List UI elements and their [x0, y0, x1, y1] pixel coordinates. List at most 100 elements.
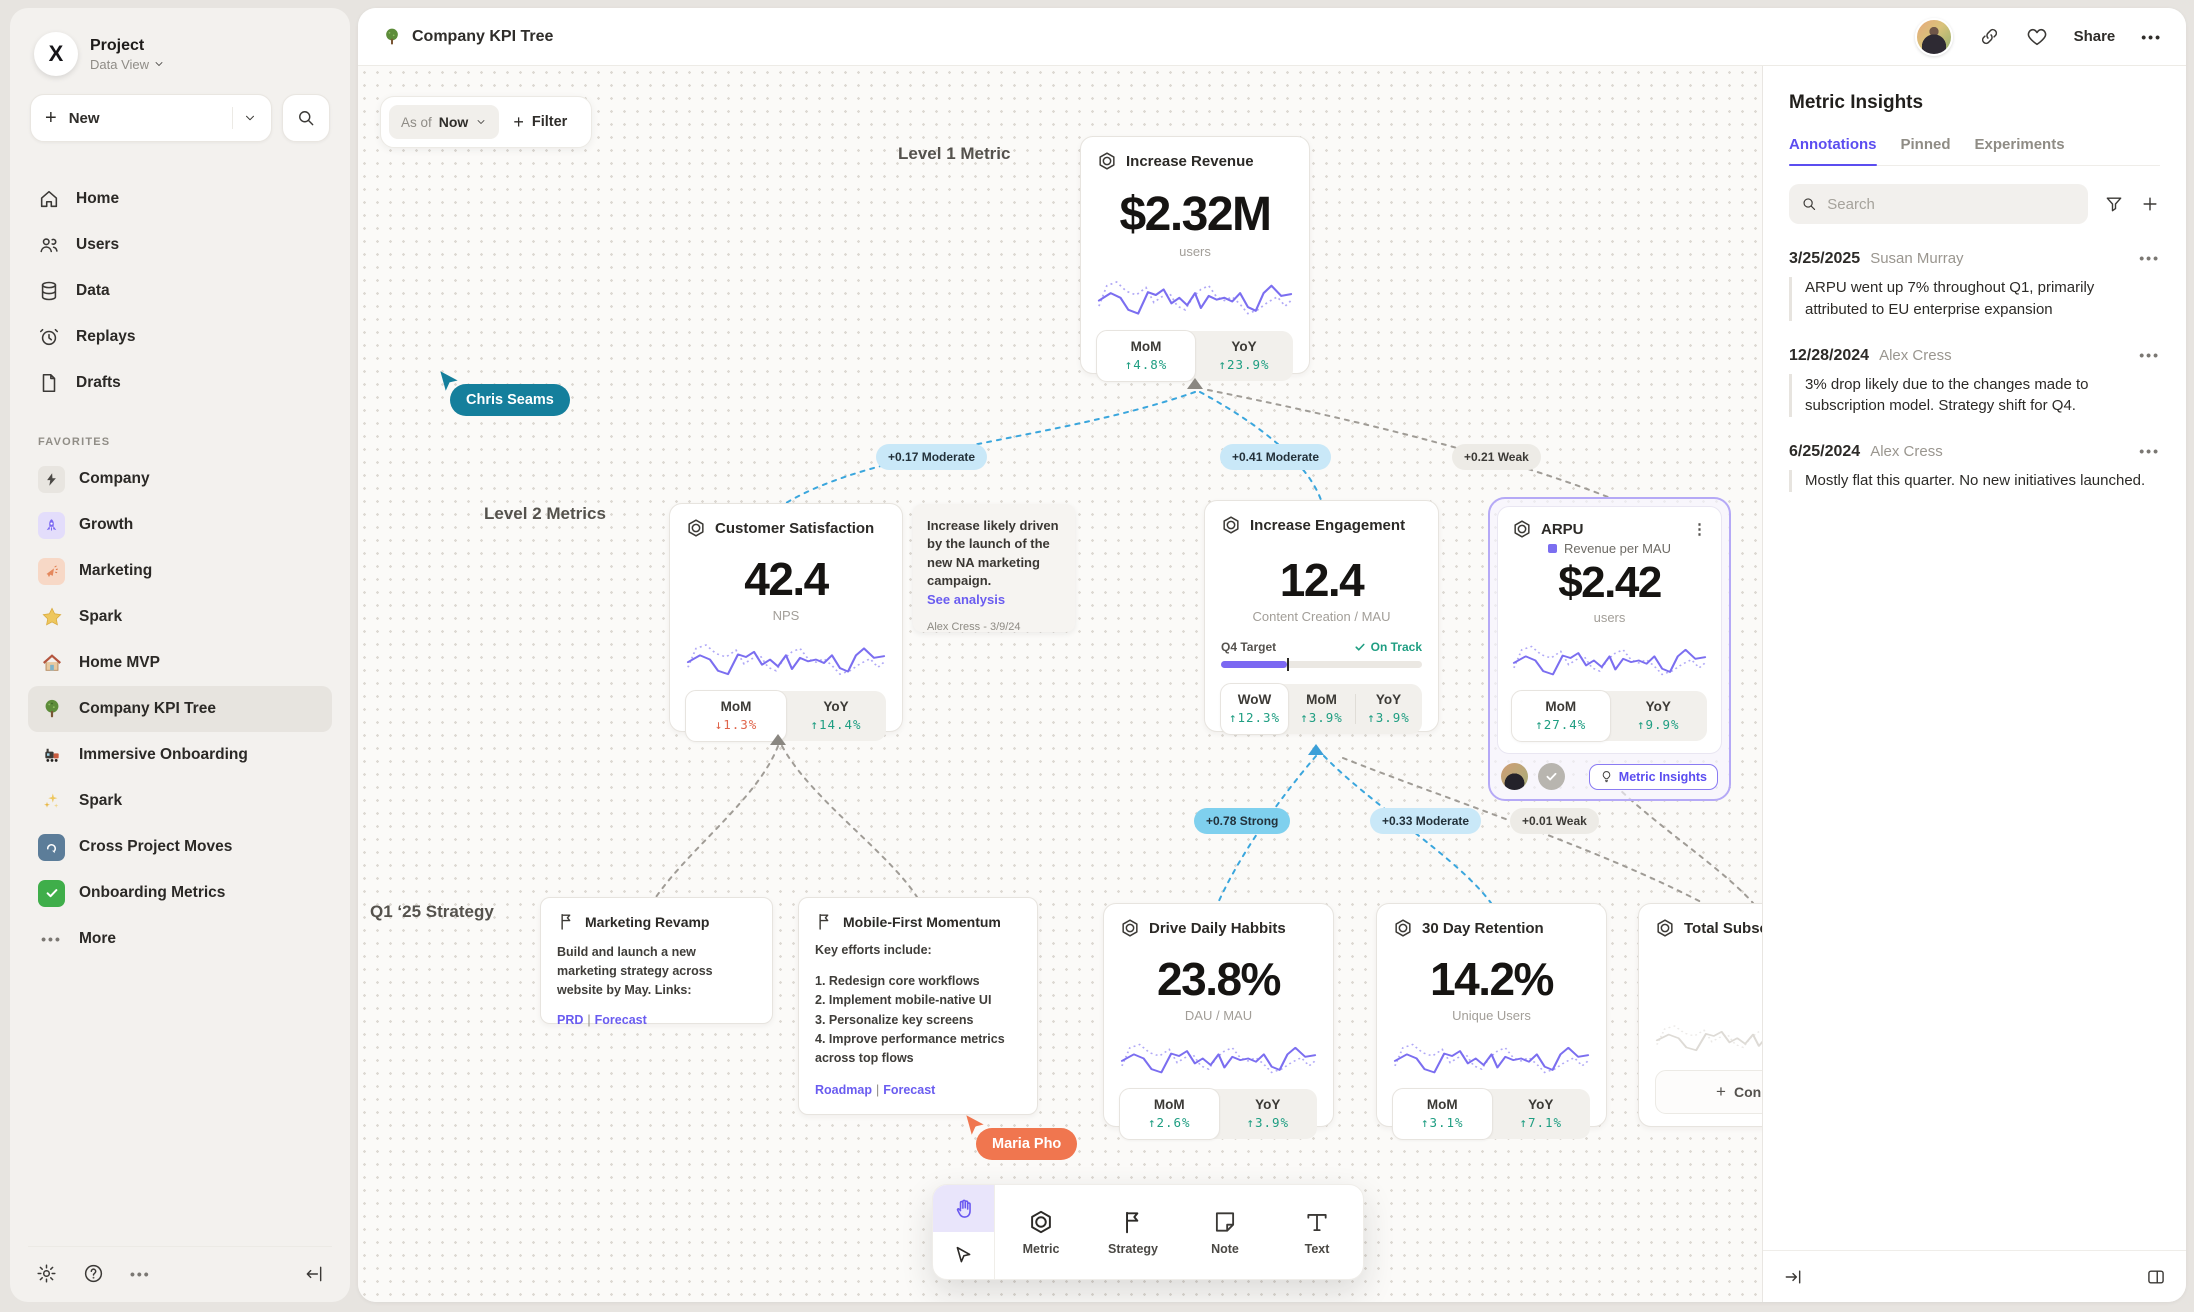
stat-mom[interactable]: MoM ↑27.4% [1511, 690, 1611, 742]
sidebar-item-drafts[interactable]: Drafts [28, 360, 332, 406]
annotation-menu-icon[interactable]: ••• [2139, 250, 2160, 266]
link-prd[interactable]: PRD [557, 1013, 583, 1027]
link-roadmap[interactable]: Roadmap [815, 1083, 872, 1097]
sidebar-item-company-kpi-tree[interactable]: Company KPI Tree [28, 686, 332, 732]
text-tool[interactable]: Text [1271, 1185, 1363, 1279]
stat-yoy[interactable]: YoY ↑7.1% [1492, 1089, 1591, 1139]
connect-data-button[interactable]: + Connect [1655, 1070, 1762, 1114]
tab-pinned[interactable]: Pinned [1901, 136, 1951, 165]
link-forecast[interactable]: Forecast [595, 1013, 647, 1027]
correlation-badge[interactable]: +0.41 Moderate [1220, 444, 1331, 470]
stat-mom[interactable]: MoM ↑4.8% [1096, 330, 1196, 382]
collaborator-cursor-maria: Maria Pho [976, 1128, 1077, 1160]
strategy-card-marketing-revamp[interactable]: Marketing Revamp Build and launch a new … [540, 897, 773, 1024]
correlation-badge[interactable]: +0.78 Strong [1194, 808, 1290, 834]
hand-tool[interactable] [933, 1185, 994, 1232]
filter-funnel-icon[interactable] [2104, 194, 2124, 214]
metric-card-customer-satisfaction[interactable]: Customer Satisfaction 42.4 NPS MoM ↓1.3%… [669, 503, 903, 732]
copy-link-button[interactable] [1979, 26, 2000, 47]
canvas-note[interactable]: Increase likely driven by the launch of … [913, 504, 1075, 632]
sidebar-item-more[interactable]: ••• More [28, 916, 332, 962]
stat-mom[interactable]: MoM ↑2.6% [1119, 1088, 1220, 1140]
favorite-button[interactable] [2026, 26, 2048, 48]
metric-insights-button[interactable]: Metric Insights [1589, 764, 1718, 790]
avatar[interactable] [1915, 18, 1953, 56]
strategy-label: Q1 ‘25 Strategy [370, 902, 494, 922]
as-of-dropdown[interactable]: As of Now [389, 105, 499, 139]
sidebar-item-marketing[interactable]: Marketing [28, 548, 332, 594]
annotation-menu-icon[interactable]: ••• [2139, 443, 2160, 459]
collapse-panel-icon[interactable] [1783, 1267, 1803, 1287]
sidebar-item-company[interactable]: Company [28, 456, 332, 502]
stat-yoy[interactable]: YoY ↑23.9% [1195, 331, 1293, 381]
metric-card-increase-revenue[interactable]: Increase Revenue $2.32M users MoM ↑4.8% … [1080, 136, 1310, 374]
strategy-card-mobile-first-momentum[interactable]: Mobile-First Momentum Key efforts includ… [798, 897, 1038, 1115]
correlation-badge[interactable]: +0.01 Weak [1510, 808, 1599, 834]
metric-card-increase-engagement[interactable]: Increase Engagement 12.4 Content Creatio… [1204, 500, 1439, 732]
sidebar-item-spark[interactable]: Spark [28, 594, 332, 640]
sidebar-item-home-mvp[interactable]: Home MVP [28, 640, 332, 686]
chevron-down-icon[interactable] [243, 111, 257, 125]
metric-card-total-subscriptions[interactable]: Total Subscript + Connect [1638, 903, 1762, 1127]
main-window: Company KPI Tree Share ••• [358, 8, 2186, 1302]
gear-icon[interactable] [36, 1263, 57, 1284]
sidebar-item-onboarding-metrics[interactable]: Onboarding Metrics [28, 870, 332, 916]
lightbulb-icon [1600, 770, 1613, 783]
sidebar-more-actions-icon[interactable]: ••• [130, 1266, 151, 1282]
sidebar-item-growth[interactable]: Growth [28, 502, 332, 548]
correlation-badge[interactable]: +0.33 Moderate [1370, 808, 1481, 834]
annotation-menu-icon[interactable]: ••• [2139, 347, 2160, 363]
metric-icon [1097, 151, 1117, 171]
correlation-badge[interactable]: +0.21 Weak [1452, 444, 1541, 470]
share-button[interactable]: Share [2074, 28, 2116, 45]
help-icon[interactable] [83, 1263, 104, 1284]
layout-panel-icon[interactable] [2146, 1267, 2166, 1287]
card-menu-icon[interactable]: ⋮ [1692, 520, 1707, 538]
stat-yoy[interactable]: YoY ↑3.9% [1219, 1089, 1318, 1139]
sidebar-item-users[interactable]: Users [28, 222, 332, 268]
document-header: Company KPI Tree Share ••• [358, 8, 2186, 66]
note-tool[interactable]: Note [1179, 1185, 1271, 1279]
add-annotation-icon[interactable] [2140, 194, 2160, 214]
annotation-item[interactable]: 12/28/2024 Alex Cress ••• 3% drop likely… [1789, 347, 2160, 418]
stat-mom[interactable]: MoM ↑3.9% [1288, 684, 1355, 734]
tab-experiments[interactable]: Experiments [1975, 136, 2065, 165]
strategy-tool[interactable]: Strategy [1087, 1185, 1179, 1279]
sidebar-item-replays[interactable]: Replays [28, 314, 332, 360]
link-forecast[interactable]: Forecast [883, 1083, 935, 1097]
flag-icon [557, 912, 576, 931]
metric-card-arpu-selected[interactable]: ARPU ⋮ Revenue per MAU $2.42 users MoM ↑… [1488, 497, 1731, 801]
correlation-badge[interactable]: +0.17 Moderate [876, 444, 987, 470]
annotation-item[interactable]: 3/25/2025 Susan Murray ••• ARPU went up … [1789, 250, 2160, 321]
note-byline: Alex Cress - 3/9/24 [927, 621, 1061, 633]
metric-tool[interactable]: Metric [995, 1185, 1087, 1279]
sidebar-item-cross-project-moves[interactable]: Cross Project Moves [28, 824, 332, 870]
sidebar-item-immersive-onboarding[interactable]: Immersive Onboarding [28, 732, 332, 778]
new-button[interactable]: + New [30, 94, 272, 142]
metric-card-drive-daily-habbits[interactable]: Drive Daily Habbits 23.8% DAU / MAU MoM … [1103, 903, 1334, 1127]
search-button[interactable] [282, 94, 330, 142]
tab-annotations[interactable]: Annotations [1789, 136, 1877, 165]
sidebar-item-home[interactable]: Home [28, 176, 332, 222]
note-link[interactable]: See analysis [927, 592, 1061, 607]
add-filter-button[interactable]: + Filter [499, 112, 583, 133]
project-switcher[interactable]: X Project Data View [28, 28, 332, 94]
select-tool[interactable] [933, 1232, 994, 1279]
sidebar-item-data[interactable]: Data [28, 268, 332, 314]
stat-wow[interactable]: WoW ↑12.3% [1220, 683, 1289, 735]
metric-card-30-day-retention[interactable]: 30 Day Retention 14.2% Unique Users MoM … [1376, 903, 1607, 1127]
stat-yoy[interactable]: YoY ↑3.9% [1355, 684, 1422, 734]
header-more-icon[interactable]: ••• [2141, 29, 2162, 45]
kpi-canvas[interactable]: As of Now + Filter Level 1 Metric Level … [358, 66, 1762, 1302]
stat-mom[interactable]: MoM ↑3.1% [1392, 1088, 1493, 1140]
annotations-search[interactable] [1789, 184, 2088, 224]
collaborator-name: Maria Pho [976, 1128, 1077, 1160]
sidebar-item-spark-2[interactable]: Spark [28, 778, 332, 824]
train-icon [38, 742, 65, 769]
stat-yoy[interactable]: YoY ↑14.4% [786, 691, 886, 741]
strategy-links: PRD|Forecast [557, 1013, 756, 1027]
collapse-sidebar-icon[interactable] [304, 1264, 324, 1284]
search-input[interactable] [1827, 196, 2076, 213]
stat-yoy[interactable]: YoY ↑9.9% [1610, 691, 1708, 741]
annotation-item[interactable]: 6/25/2024 Alex Cress ••• Mostly flat thi… [1789, 443, 2160, 492]
